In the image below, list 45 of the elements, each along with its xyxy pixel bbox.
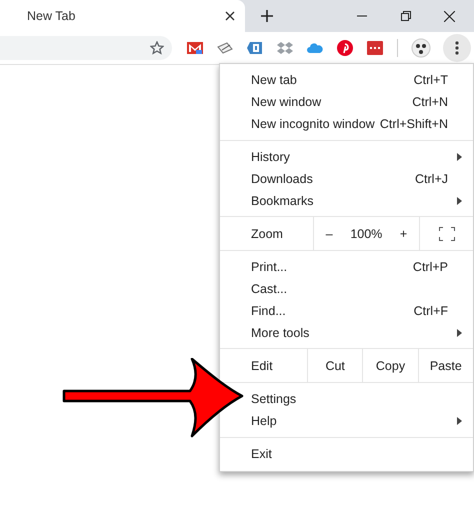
pinterest-icon[interactable] xyxy=(337,40,353,56)
menu-item[interactable]: Find... xyxy=(251,304,286,318)
shortcut-text: Ctrl+T xyxy=(414,73,448,87)
menu-item[interactable]: Settings xyxy=(251,392,296,406)
new-tab-icon[interactable] xyxy=(261,10,273,22)
zoom-in-button[interactable]: + xyxy=(394,226,414,240)
shortcut-text: Ctrl+N xyxy=(412,95,448,109)
menu-item[interactable]: History xyxy=(251,150,290,164)
shortcut-text: Ctrl+P xyxy=(412,260,448,274)
shortcut-text: Ctrl+J xyxy=(415,172,448,186)
menu-item[interactable]: Cast... xyxy=(251,282,288,296)
menu-button[interactable] xyxy=(443,34,471,62)
pencil-note-icon[interactable] xyxy=(217,41,233,55)
menu-item[interactable]: Print... xyxy=(251,260,288,274)
menu-item[interactable]: More tools xyxy=(251,326,310,340)
zoom-label: Zoom xyxy=(250,226,284,242)
close-icon[interactable] xyxy=(444,10,455,22)
menu-icon[interactable] xyxy=(455,41,459,55)
cloud-icon[interactable] xyxy=(307,41,323,55)
shortcut-text: Ctrl+F xyxy=(414,304,448,318)
menu-item[interactable]: Exit xyxy=(251,447,272,461)
menu-item[interactable]: New tab xyxy=(251,73,297,87)
dots-square-icon[interactable] xyxy=(367,41,383,55)
ball-avatar-icon[interactable] xyxy=(411,38,431,58)
close-tab-icon[interactable] xyxy=(225,11,235,21)
menu-item[interactable]: New window xyxy=(251,95,322,109)
menu-item[interactable]: Bookmarks xyxy=(251,194,314,208)
shortcut-text: Ctrl+Shift+N xyxy=(380,117,448,131)
menu-item[interactable]: Downloads xyxy=(251,172,313,186)
browser-tab[interactable]: New Tab xyxy=(0,0,245,32)
restore-icon[interactable] xyxy=(401,11,411,21)
menu-item[interactable]: Paste xyxy=(418,349,473,382)
menu-item[interactable]: Copy xyxy=(362,349,418,382)
mail-icon[interactable] xyxy=(187,41,203,55)
edit-label: Edit xyxy=(250,358,274,374)
bracket-icon[interactable] xyxy=(247,41,263,55)
zoom-out-button[interactable]: – xyxy=(320,226,339,240)
menu-item[interactable]: Cut xyxy=(307,349,362,382)
zoom-level-text: 100% xyxy=(350,226,382,240)
dropbox-icon[interactable] xyxy=(277,41,293,55)
minimize-icon[interactable] xyxy=(357,15,367,17)
fullscreen-icon[interactable] xyxy=(438,226,454,240)
menu-item[interactable]: New incognito window xyxy=(251,117,375,131)
star-icon[interactable] xyxy=(150,41,164,55)
menu-item[interactable]: Help xyxy=(251,414,277,428)
